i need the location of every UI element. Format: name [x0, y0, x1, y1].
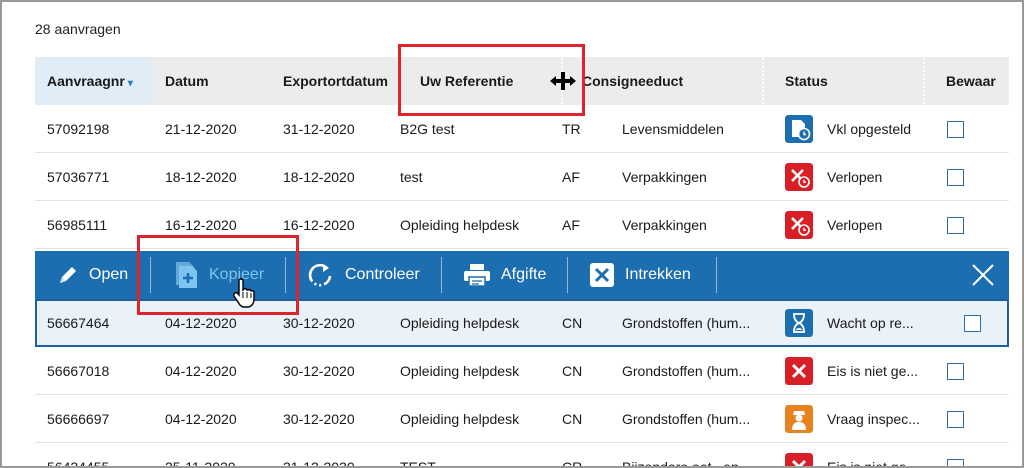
afgifte-button[interactable]: Afgifte: [463, 251, 546, 299]
cell-product: Grondstoffen (hum...: [622, 315, 751, 331]
column-header-bewaar[interactable]: Bewaar: [946, 57, 996, 105]
cell-datum: 21-12-2020: [165, 121, 237, 137]
toolbar-separator: [567, 257, 568, 293]
column-header-datum[interactable]: Datum: [165, 57, 209, 105]
bewaar-checkbox[interactable]: [947, 169, 964, 186]
open-button-label: Open: [89, 266, 129, 283]
cell-aanvraagnr: 56424455: [47, 459, 110, 468]
cell-status: Verlopen: [827, 217, 883, 233]
bewaar-checkbox[interactable]: [947, 121, 964, 138]
intrekken-button[interactable]: Intrekken: [589, 251, 691, 299]
revoke-x-icon: [590, 263, 614, 287]
cell-datum: 04-12-2020: [165, 411, 237, 427]
cell-datum: 04-12-2020: [165, 363, 237, 379]
controleer-button[interactable]: Controleer: [305, 251, 420, 299]
cell-product: Grondstoffen (hum...: [622, 411, 751, 427]
cell-land: CN: [562, 315, 583, 331]
expired-clock-icon: [785, 211, 813, 239]
column-resize-handle[interactable]: [761, 57, 765, 105]
cell-exportdatum: 18-12-2020: [283, 169, 355, 185]
x-icon: [785, 453, 813, 466]
cell-aanvraagnr: 57092198: [47, 121, 110, 137]
cell-product: Verpakkingen: [622, 217, 707, 233]
cell-product: Levensmiddelen: [622, 121, 724, 137]
printer-icon: [464, 264, 490, 287]
table-row[interactable]: 56424455 25-11-2020 31-12-2020 TEST CR B…: [35, 443, 1009, 468]
bewaar-checkbox[interactable]: [964, 315, 981, 332]
cell-aanvraagnr: 57036771: [47, 169, 110, 185]
open-button[interactable]: Open: [57, 251, 128, 299]
controleer-button-label: Controleer: [345, 266, 420, 283]
request-count: 28 aanvragen: [35, 21, 121, 37]
toolbar-separator: [441, 257, 442, 293]
cell-status: Vraag inspec...: [827, 411, 920, 427]
cell-referentie: Opleiding helpdesk: [400, 363, 520, 379]
cell-land: CR: [562, 459, 583, 468]
afgifte-button-label: Afgifte: [501, 266, 547, 283]
cell-status: Vkl opgesteld: [827, 121, 912, 137]
hand-pointer-cursor-icon: [232, 278, 255, 308]
cell-referentie: test: [400, 169, 423, 185]
close-icon[interactable]: [971, 263, 995, 287]
cell-status: Wacht op re...: [827, 315, 914, 331]
cell-referentie: TEST: [400, 459, 436, 468]
table-row[interactable]: 56666697 04-12-2020 30-12-2020 Opleiding…: [35, 395, 1009, 443]
cell-status: Eis is niet ge...: [827, 363, 919, 379]
cell-status: Verlopen: [827, 169, 883, 185]
column-header-exportortdatum[interactable]: Exportortdatum: [283, 57, 388, 105]
cell-status: Eis is niet ge...: [827, 459, 919, 468]
bewaar-checkbox[interactable]: [947, 217, 964, 234]
cell-exportdatum: 31-12-2020: [283, 459, 355, 468]
cell-exportdatum: 30-12-2020: [283, 411, 355, 427]
column-header-aanvraagnr-label: Aanvraagnr: [47, 73, 125, 89]
cell-referentie: Opleiding helpdesk: [400, 411, 520, 427]
cell-exportdatum: 31-12-2020: [283, 121, 355, 137]
column-header-aanvraagnr[interactable]: Aanvraagnr ▾: [35, 57, 152, 105]
cell-aanvraagnr: 56667464: [47, 315, 110, 331]
highlight-box-kopieer: [137, 235, 299, 315]
cell-datum: 25-11-2020: [165, 459, 236, 468]
cell-land: CN: [562, 363, 583, 379]
cell-aanvraagnr: 56985111: [47, 217, 108, 233]
column-header-status[interactable]: Status: [785, 57, 828, 105]
cell-product: Bijzondere eet...en...: [622, 459, 751, 468]
column-resize-cursor-icon: [550, 72, 576, 90]
toolbar-separator: [716, 257, 717, 293]
application-frame: 28 aanvragen Aanvraagnr ▾ Datum Exportort…: [0, 0, 1024, 468]
cell-land: AF: [562, 217, 580, 233]
hourglass-icon: [785, 309, 813, 337]
cell-aanvraagnr: 56666697: [47, 411, 110, 427]
refresh-check-icon: [308, 263, 332, 287]
sort-descending-icon: ▾: [127, 78, 133, 89]
cell-referentie: Opleiding helpdesk: [400, 217, 520, 233]
table-row[interactable]: 57036771 18-12-2020 18-12-2020 test AF V…: [35, 153, 1009, 201]
cell-land: CN: [562, 411, 583, 427]
cell-referentie: Opleiding helpdesk: [400, 315, 520, 331]
cell-land: AF: [562, 169, 580, 185]
pencil-icon: [60, 267, 76, 283]
cell-product: Verpakkingen: [622, 169, 707, 185]
cell-aanvraagnr: 56667018: [47, 363, 110, 379]
bewaar-checkbox[interactable]: [947, 459, 964, 466]
bewaar-checkbox[interactable]: [947, 363, 964, 380]
document-clock-icon: [785, 115, 813, 143]
column-resize-handle[interactable]: [922, 57, 926, 105]
cell-datum: 18-12-2020: [165, 169, 237, 185]
expired-clock-icon: [785, 163, 813, 191]
bewaar-checkbox[interactable]: [947, 411, 964, 428]
inspector-icon: [785, 405, 813, 433]
column-header-consigneduct[interactable]: Consigneeduct: [582, 57, 683, 105]
table-row[interactable]: 56667018 04-12-2020 30-12-2020 Opleiding…: [35, 347, 1009, 395]
intrekken-button-label: Intrekken: [625, 266, 691, 283]
x-icon: [785, 357, 813, 385]
cell-product: Grondstoffen (hum...: [622, 363, 751, 379]
cell-exportdatum: 30-12-2020: [283, 363, 355, 379]
